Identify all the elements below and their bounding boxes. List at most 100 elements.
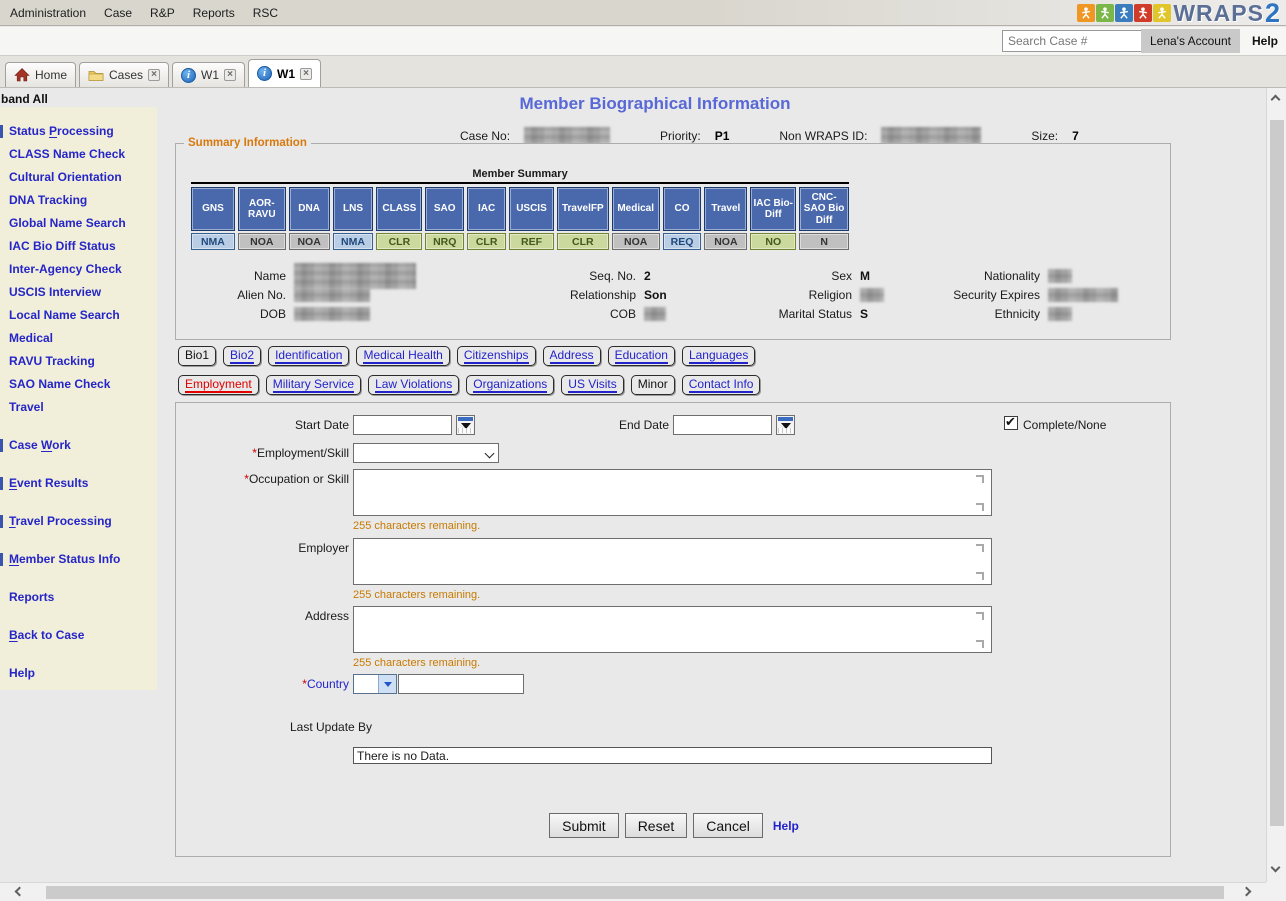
sidebar-item-case-work[interactable]: Case Work xyxy=(0,434,157,457)
reset-button[interactable]: Reset xyxy=(625,813,688,838)
scroll-down-icon[interactable] xyxy=(976,503,984,511)
country-input[interactable] xyxy=(398,674,524,694)
tab-identification[interactable]: Identification xyxy=(268,346,349,366)
sidebar-item-sao-name-check[interactable]: SAO Name Check xyxy=(0,373,157,396)
tab-minor[interactable]: Minor xyxy=(631,375,675,395)
sidebar-item-inter-agency-check[interactable]: Inter-Agency Check xyxy=(0,258,157,281)
sidebar-item-local-name-search[interactable]: Local Name Search xyxy=(0,304,157,327)
start-date-input[interactable] xyxy=(353,415,452,435)
info-icon xyxy=(257,66,272,81)
employer-textarea[interactable] xyxy=(353,538,992,585)
sidebar-item-class-name-check[interactable]: CLASS Name Check xyxy=(0,143,157,166)
relationship-value: Son xyxy=(644,288,724,302)
scroll-up-icon[interactable] xyxy=(976,544,984,552)
sidebar-item-global-name-search[interactable]: Global Name Search xyxy=(0,212,157,235)
sidebar-item-ravu-tracking[interactable]: RAVU Tracking xyxy=(0,350,157,373)
scroll-up-arrow-icon[interactable] xyxy=(1271,95,1281,105)
vertical-scrollbar-thumb[interactable] xyxy=(1270,120,1284,826)
sidebar-item-travel-processing[interactable]: Travel Processing xyxy=(0,510,157,533)
member-details: Name Seq. No. 2 Sex M Nationality Alien … xyxy=(176,266,1144,323)
sidebar-item-travel[interactable]: Travel xyxy=(0,396,157,419)
address-textarea[interactable] xyxy=(353,606,992,653)
end-date-input[interactable] xyxy=(673,415,772,435)
country-code-select[interactable] xyxy=(353,674,397,694)
scroll-right-arrow-icon[interactable] xyxy=(1242,887,1252,897)
tab-bio1[interactable]: Bio1 xyxy=(178,346,216,366)
scroll-down-arrow-icon[interactable] xyxy=(1271,863,1281,873)
tab-address[interactable]: Address xyxy=(543,346,601,366)
status-sao: NRQ xyxy=(425,233,464,250)
tab-label: W1 xyxy=(277,67,295,81)
security-expires-value-redacted xyxy=(1048,288,1118,302)
employer-label: Employer xyxy=(176,541,349,555)
form-help-link[interactable]: Help xyxy=(773,819,799,833)
tab-medical-health[interactable]: Medical Health xyxy=(356,346,449,366)
tab-bio2[interactable]: Bio2 xyxy=(223,346,261,366)
menu-rsc[interactable]: RSC xyxy=(253,6,278,20)
search-input[interactable] xyxy=(1002,30,1150,52)
sidebar-item-dna-tracking[interactable]: DNA Tracking xyxy=(0,189,157,212)
tab-contact-info[interactable]: Contact Info xyxy=(682,375,761,395)
horizontal-scrollbar[interactable] xyxy=(0,882,1266,901)
sidebar-item-back-to-case[interactable]: Back to Case xyxy=(0,624,157,647)
address-chars-remaining: 255 characters remaining. xyxy=(353,657,480,669)
tab-cases[interactable]: Cases xyxy=(79,62,169,87)
occupation-textarea[interactable] xyxy=(353,469,992,516)
menu-reports[interactable]: Reports xyxy=(193,6,235,20)
non-wraps-id-value-redacted xyxy=(881,127,981,144)
account-button[interactable]: Lena's Account xyxy=(1141,29,1240,53)
complete-none-label: Complete/None xyxy=(1023,418,1106,432)
scroll-left-arrow-icon[interactable] xyxy=(15,887,25,897)
tab-organizations[interactable]: Organizations xyxy=(466,375,554,395)
col-aor-ravu: AOR-RAVU xyxy=(238,187,286,231)
tab-employment[interactable]: Employment xyxy=(178,375,259,395)
cancel-button[interactable]: Cancel xyxy=(693,813,763,838)
status-dna: NOA xyxy=(289,233,330,250)
help-menu[interactable]: Help xyxy=(1252,29,1278,53)
tab-military-service[interactable]: Military Service xyxy=(266,375,361,395)
end-date-calendar-button[interactable] xyxy=(776,415,795,435)
sidebar-item-help[interactable]: Help xyxy=(0,662,157,685)
tab-law-violations[interactable]: Law Violations xyxy=(368,375,459,395)
tab-home[interactable]: Home xyxy=(5,62,76,87)
tab-w1-active[interactable]: W1 xyxy=(248,59,321,87)
horizontal-scrollbar-thumb[interactable] xyxy=(46,886,1224,899)
vertical-scrollbar[interactable] xyxy=(1266,88,1286,882)
start-date-calendar-button[interactable] xyxy=(456,415,475,435)
close-icon[interactable] xyxy=(300,68,312,80)
tab-us-visits[interactable]: US Visits xyxy=(561,375,623,395)
top-bar: Lena's Account Help xyxy=(0,27,1286,56)
end-date-label: End Date xyxy=(496,418,669,432)
sex-label: Sex xyxy=(732,269,852,283)
employment-skill-select[interactable] xyxy=(353,443,499,463)
close-icon[interactable] xyxy=(224,69,236,81)
menu-administration[interactable]: Administration xyxy=(10,6,86,20)
logo-text: WRAPS xyxy=(1173,0,1264,27)
scroll-up-icon[interactable] xyxy=(976,612,984,620)
scroll-up-icon[interactable] xyxy=(976,475,984,483)
submit-button[interactable]: Submit xyxy=(549,813,619,838)
dropdown-arrow-icon[interactable] xyxy=(378,675,396,693)
sidebar-item-event-results[interactable]: Event Results xyxy=(0,472,157,495)
col-lns: LNS xyxy=(333,187,374,231)
sidebar-item-reports[interactable]: Reports xyxy=(0,586,157,609)
home-icon xyxy=(14,67,30,83)
scroll-down-icon[interactable] xyxy=(976,572,984,580)
sidebar-item-status-processing[interactable]: Status Processing xyxy=(0,120,157,143)
sidebar-item-cultural-orientation[interactable]: Cultural Orientation xyxy=(0,166,157,189)
complete-none-checkbox[interactable] xyxy=(1004,416,1018,430)
sidebar-item-medical[interactable]: Medical xyxy=(0,327,157,350)
tab-education[interactable]: Education xyxy=(608,346,675,366)
menu-rp[interactable]: R&P xyxy=(150,6,175,20)
scroll-down-icon[interactable] xyxy=(976,640,984,648)
close-icon[interactable] xyxy=(148,69,160,81)
sidebar-item-iac-bio-diff-status[interactable]: IAC Bio Diff Status xyxy=(0,235,157,258)
tab-languages[interactable]: Languages xyxy=(682,346,755,366)
menu-case[interactable]: Case xyxy=(104,6,132,20)
sidebar-item-uscis-interview[interactable]: USCIS Interview xyxy=(0,281,157,304)
no-data-box: There is no Data. xyxy=(353,747,992,764)
expand-all-label[interactable]: band All xyxy=(1,92,48,106)
tab-w1[interactable]: W1 xyxy=(172,62,245,87)
sidebar-item-member-status-info[interactable]: Member Status Info xyxy=(0,548,157,571)
tab-citizenships[interactable]: Citizenships xyxy=(457,346,536,366)
